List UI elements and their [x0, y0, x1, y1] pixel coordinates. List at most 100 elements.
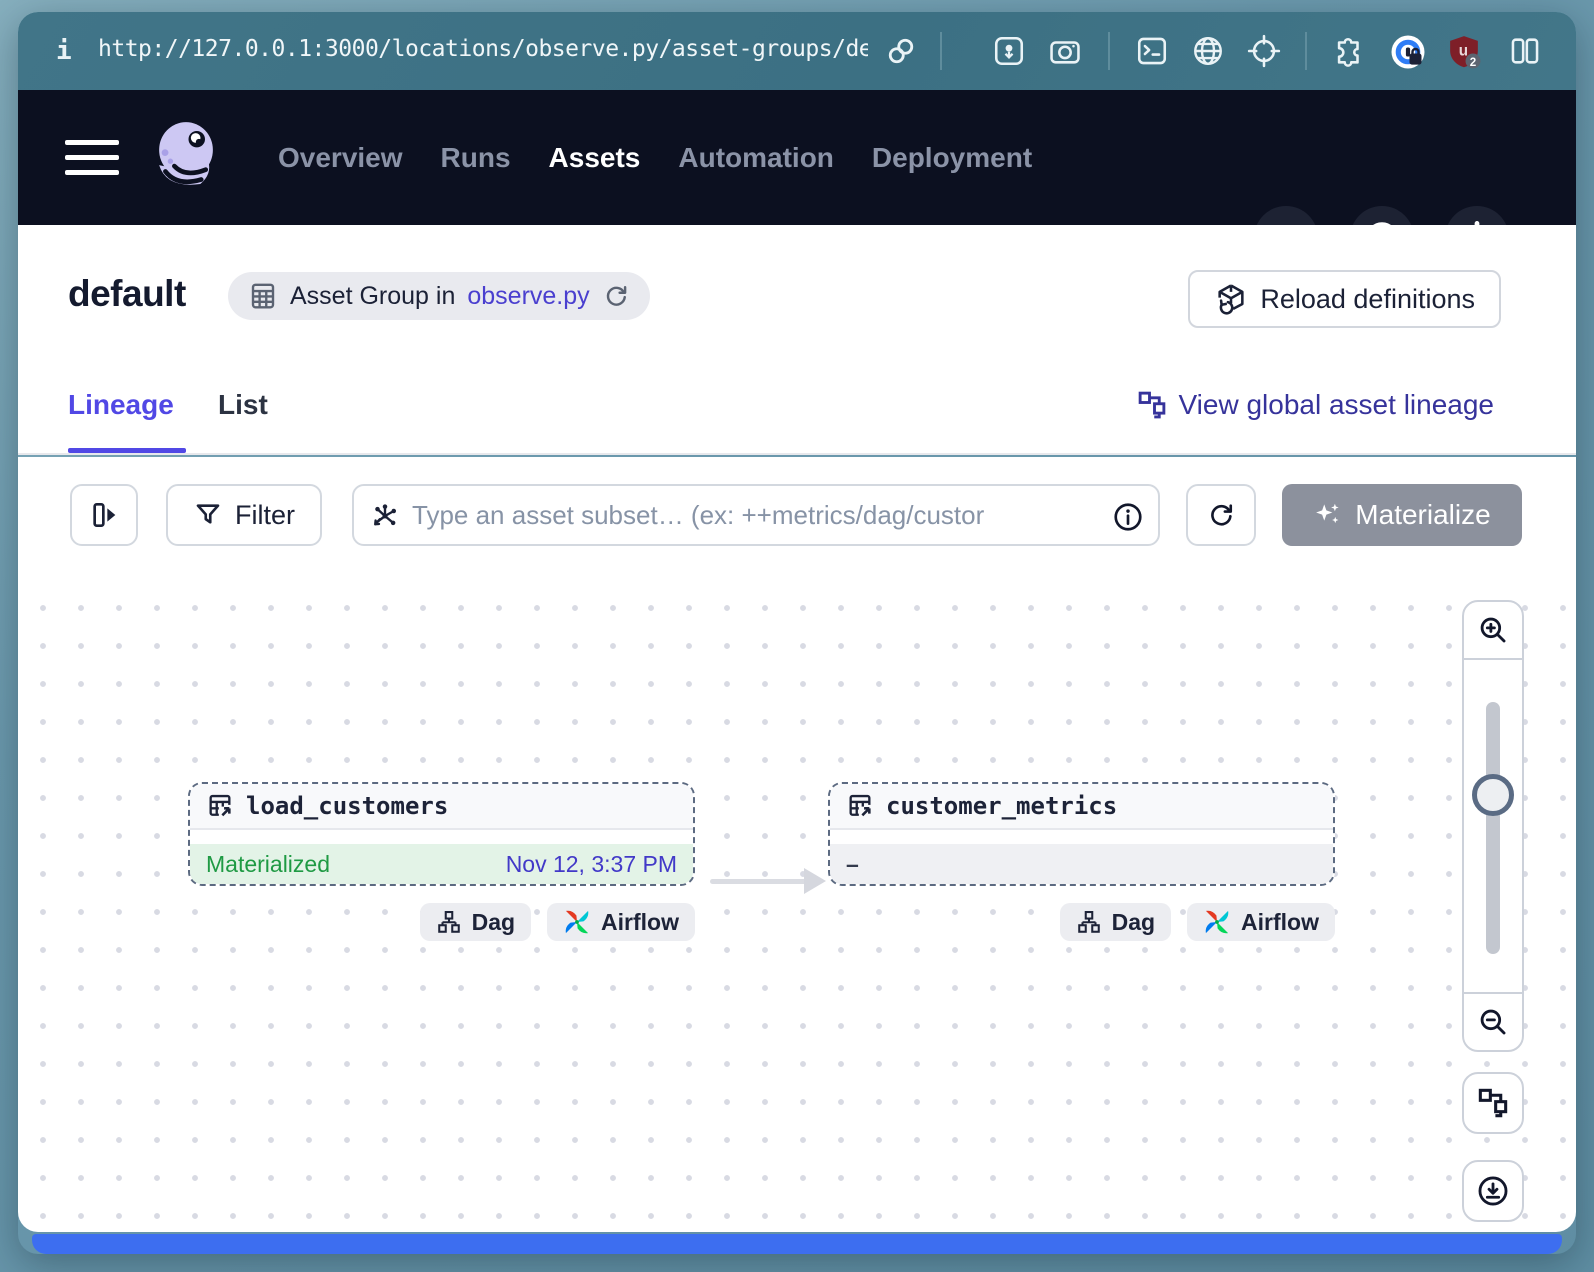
browser-url-bar: i http://127.0.0.1:3000/locations/observ… [18, 12, 1576, 90]
lineage-edge [710, 879, 810, 884]
tag-airflow[interactable]: Airflow [1187, 903, 1335, 941]
zoom-in-icon [1476, 613, 1510, 647]
open-side-panel-button[interactable] [70, 484, 138, 546]
asset-node-load-customers[interactable]: load_customers Materialized Nov 12, 3:37… [188, 782, 695, 886]
extensions-puzzle-icon[interactable] [1332, 34, 1366, 68]
airflow-logo-icon [1203, 908, 1231, 936]
app-navbar: Overview Runs Assets Automation Deployme… [18, 90, 1576, 225]
zoom-out-button[interactable] [1464, 992, 1522, 1050]
lineage-graph-icon [1137, 390, 1167, 420]
svg-text:u: u [1459, 42, 1468, 59]
dag-icon [436, 909, 462, 935]
nav-item-overview[interactable]: Overview [278, 142, 403, 174]
asset-status-row: Materialized Nov 12, 3:37 PM [190, 844, 693, 884]
page-title: default [68, 273, 186, 315]
info-icon[interactable] [1112, 501, 1144, 533]
asset-name: customer_metrics [886, 792, 1117, 820]
view-global-lineage-label: View global asset lineage [1179, 389, 1494, 421]
shield-badge-count: 2 [1470, 56, 1476, 69]
asset-status-row: – [830, 844, 1333, 884]
nav-item-automation[interactable]: Automation [678, 142, 834, 174]
nav-item-runs[interactable]: Runs [441, 142, 511, 174]
asset-graph-query-icon [370, 501, 400, 531]
download-icon [1476, 1174, 1510, 1208]
panel-expand-icon [88, 499, 120, 531]
nav-item-deployment[interactable]: Deployment [872, 142, 1032, 174]
tag-dag-label: Dag [1112, 909, 1155, 936]
lineage-graph-icon [1477, 1087, 1509, 1119]
password-manager-icon[interactable] [1390, 34, 1424, 68]
reload-definitions-label: Reload definitions [1260, 284, 1475, 315]
dagster-logo[interactable] [143, 115, 229, 201]
asset-node-customer-metrics[interactable]: customer_metrics – [828, 782, 1335, 886]
asset-status: Materialized [206, 851, 330, 878]
tab-list[interactable]: List [218, 389, 268, 421]
toolbar-separator [1305, 32, 1307, 70]
tag-dag-label: Dag [472, 909, 515, 936]
toolbar-separator [1108, 32, 1110, 70]
materialize-button[interactable]: Materialize [1282, 484, 1522, 546]
split-view-icon[interactable] [1508, 34, 1542, 68]
refresh-graph-button[interactable] [1186, 484, 1256, 546]
hamburger-menu-button[interactable] [65, 140, 119, 176]
materialize-label: Materialize [1355, 499, 1490, 531]
filter-button[interactable]: Filter [166, 484, 322, 546]
page-info-icon[interactable]: i [56, 36, 72, 66]
refresh-icon[interactable] [602, 282, 630, 310]
dag-icon [1076, 909, 1102, 935]
nav-item-assets[interactable]: Assets [549, 142, 641, 174]
zoom-panel [1462, 600, 1524, 1052]
globe-icon[interactable] [1191, 34, 1225, 68]
asset-subset-input[interactable] [412, 486, 1102, 544]
zoom-slider-track[interactable] [1486, 702, 1500, 954]
zoom-in-button[interactable] [1464, 602, 1522, 660]
asset-subset-input-wrap [352, 484, 1160, 546]
page-header: default Asset Group in observe.py Reload… [18, 225, 1576, 355]
airflow-logo-icon [563, 908, 591, 936]
asset-table-icon [846, 792, 874, 820]
repo-grid-icon [248, 281, 278, 311]
sparkles-icon [1313, 500, 1343, 530]
asset-table-icon [206, 792, 234, 820]
code-location-link[interactable]: observe.py [467, 282, 589, 311]
zoom-out-icon [1476, 1005, 1510, 1039]
window-bottom-bar [32, 1234, 1562, 1254]
zoom-slider-thumb[interactable] [1472, 774, 1514, 816]
asset-tags-customer-metrics: Dag Airflow [828, 903, 1335, 941]
asset-group-badge: Asset Group in observe.py [228, 272, 650, 320]
url-field[interactable]: http://127.0.0.1:3000/locations/observe.… [98, 36, 868, 62]
tag-airflow-label: Airflow [1241, 909, 1319, 936]
toolbar-separator [940, 32, 942, 70]
asset-name: load_customers [246, 792, 448, 820]
camera-icon[interactable] [1048, 34, 1082, 68]
reload-cube-icon [1214, 282, 1248, 316]
tag-dag[interactable]: Dag [420, 903, 531, 941]
browser-window: i http://127.0.0.1:3000/locations/observ… [18, 12, 1576, 1254]
asset-timestamp: Nov 12, 3:37 PM [506, 851, 677, 878]
adblock-shield-icon[interactable]: u 2 [1446, 34, 1480, 68]
screenshot-tool-icon[interactable] [992, 34, 1026, 68]
funnel-icon [193, 500, 223, 530]
reload-definitions-button[interactable]: Reload definitions [1188, 270, 1501, 328]
terminal-icon[interactable] [1135, 34, 1169, 68]
view-global-lineage-link[interactable]: View global asset lineage [1137, 389, 1494, 421]
active-tab-indicator [68, 448, 186, 453]
asset-status: – [846, 851, 859, 878]
filter-label: Filter [235, 500, 295, 531]
view-tabs: Lineage List View global asset lineage [18, 355, 1576, 455]
copy-link-icon[interactable] [884, 34, 918, 68]
tag-airflow-label: Airflow [601, 909, 679, 936]
refresh-icon [1206, 500, 1236, 530]
tag-dag[interactable]: Dag [1060, 903, 1171, 941]
primary-nav: Overview Runs Assets Automation Deployme… [278, 90, 1032, 225]
lineage-toolbar: Filter [18, 457, 1576, 575]
asset-tags-load-customers: Dag Airflow [188, 903, 695, 941]
crosshair-icon[interactable] [1247, 34, 1281, 68]
tag-airflow[interactable]: Airflow [547, 903, 695, 941]
lineage-edge-arrowhead [804, 868, 826, 894]
tab-lineage[interactable]: Lineage [68, 389, 174, 421]
asset-group-label: Asset Group in [290, 282, 455, 311]
lineage-canvas[interactable]: load_customers Materialized Nov 12, 3:37… [18, 575, 1576, 1232]
fit-graph-button[interactable] [1462, 1072, 1524, 1134]
download-graph-button[interactable] [1462, 1160, 1524, 1222]
